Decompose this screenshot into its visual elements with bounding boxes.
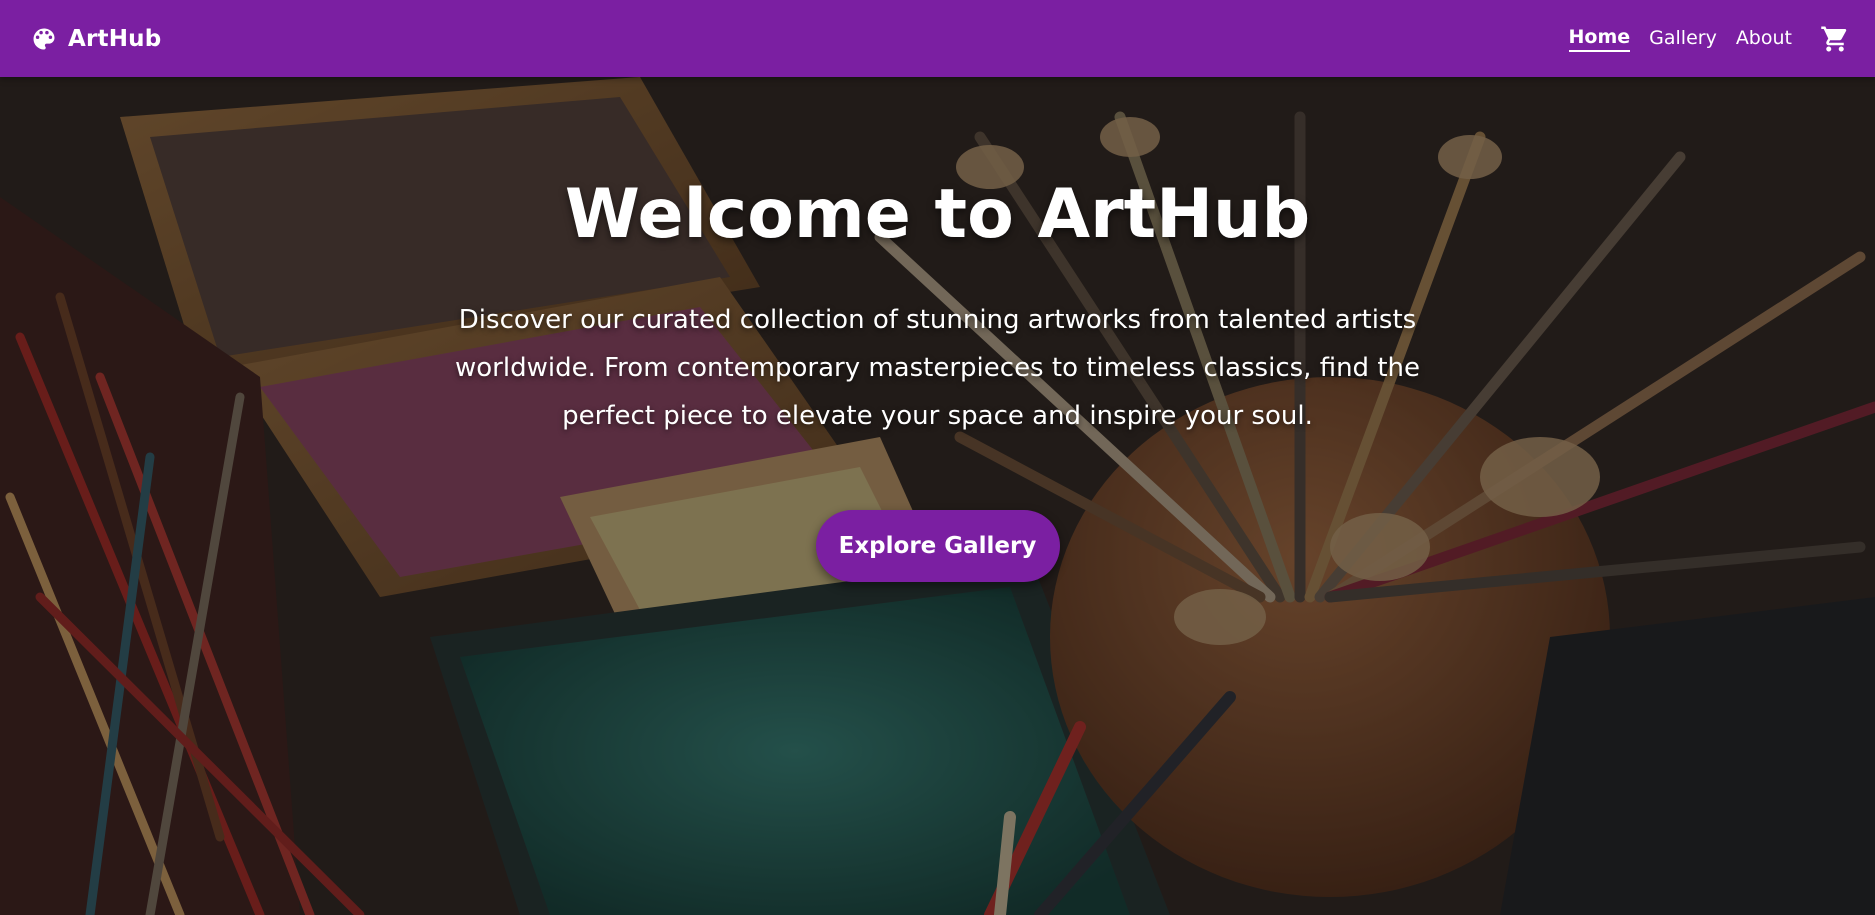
brand-logo[interactable]: ArtHub: [30, 25, 161, 53]
hero-title: Welcome to ArtHub: [564, 175, 1311, 254]
nav-links: Home Gallery About: [1550, 24, 1851, 54]
brand-name: ArtHub: [68, 25, 162, 52]
palette-icon: [30, 25, 58, 53]
nav-link-about[interactable]: About: [1736, 27, 1792, 51]
hero-content: Welcome to ArtHub Discover our curated c…: [0, 172, 1875, 582]
nav-link-gallery[interactable]: Gallery: [1649, 27, 1717, 51]
top-navbar: ArtHub Home Gallery About: [0, 0, 1875, 77]
hero-subtitle: Discover our curated collection of stunn…: [455, 305, 1420, 431]
hero-section: Welcome to ArtHub Discover our curated c…: [0, 77, 1875, 915]
shopping-cart-icon[interactable]: [1820, 24, 1850, 54]
explore-gallery-button[interactable]: Explore Gallery: [815, 510, 1060, 582]
nav-link-home[interactable]: Home: [1568, 26, 1631, 52]
